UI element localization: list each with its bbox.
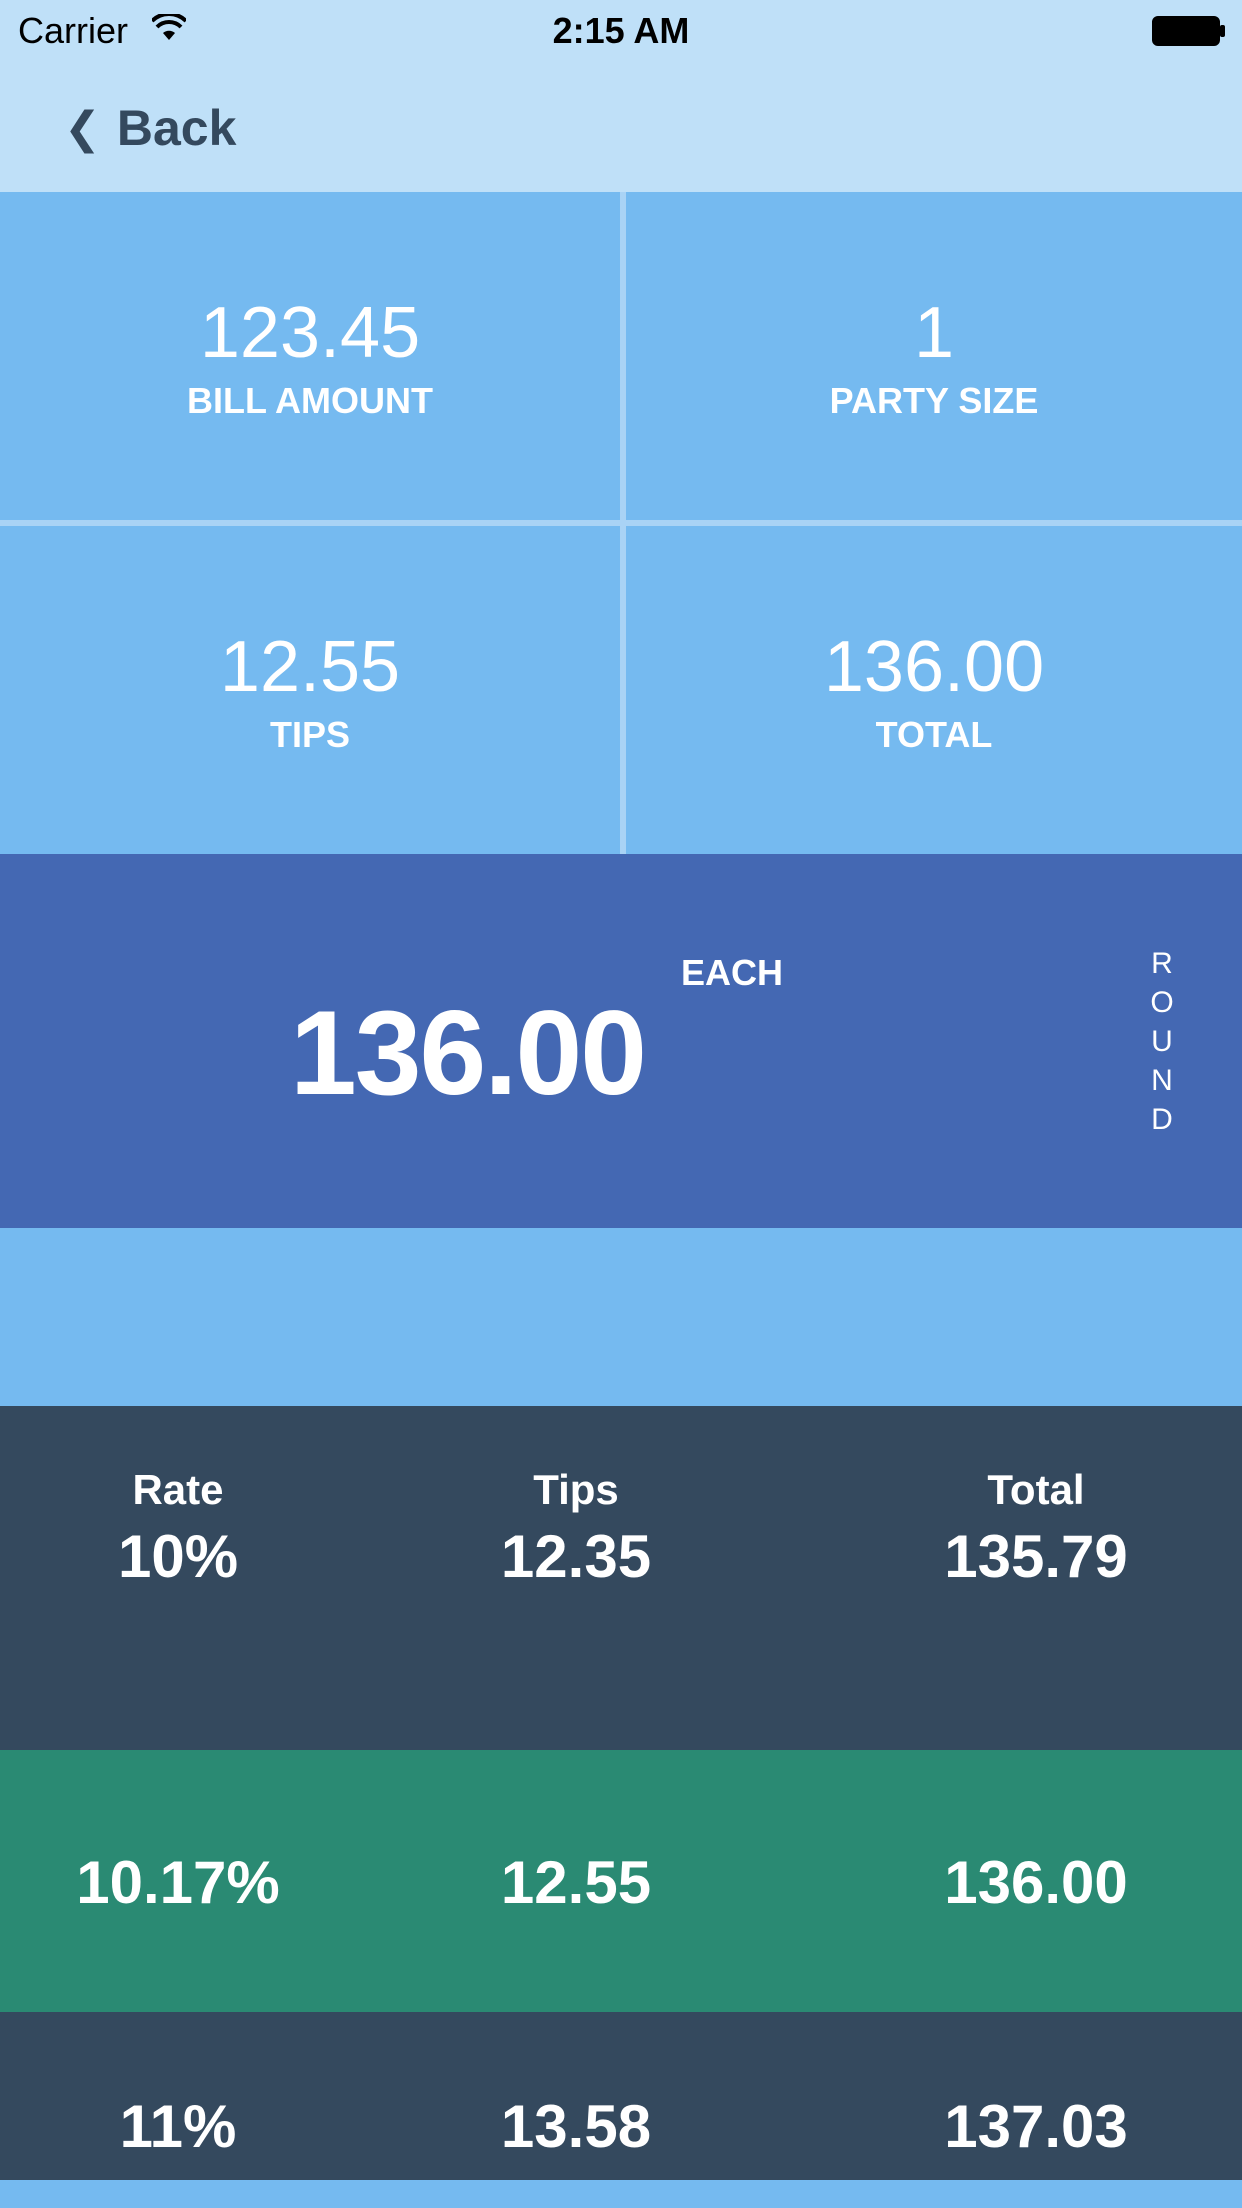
table-row[interactable]: 11% 13.58 137.03 — [0, 2012, 1242, 2180]
rate-cell: 11% — [119, 2093, 237, 2160]
total-cell: 135.79 — [944, 1526, 1128, 1590]
table-row[interactable]: 10% 12.35 135.79 — [0, 1526, 1242, 1750]
per-person-band: 136.00 EACH R O U N D — [0, 854, 1242, 1228]
bill-amount-value: 123.45 — [199, 293, 421, 373]
round-letter: O — [1150, 986, 1174, 1019]
tips-cell: 12.35 — [500, 1526, 652, 1590]
bill-amount-cell[interactable]: 123.45 BILL AMOUNT — [0, 192, 620, 520]
tips-cell: 12.55 — [500, 1849, 652, 1916]
status-bar: Carrier 2:15 AM — [0, 0, 1242, 62]
tips-header: Tips — [533, 1466, 619, 1513]
back-label: Back — [116, 100, 237, 156]
rate-cell: 10.17% — [76, 1849, 280, 1916]
party-size-value: 1 — [913, 293, 955, 373]
tip-rate-table[interactable]: Rate Tips Total 10% 12.35 135.79 10.17% … — [0, 1406, 1242, 2180]
total-value: 136.00 — [823, 627, 1045, 707]
total-cell: 137.03 — [944, 2093, 1128, 2160]
tips-cell: 12.55 TIPS — [0, 526, 620, 854]
party-size-label: PARTY SIZE — [829, 380, 1039, 421]
total-cell: 136.00 — [944, 1849, 1128, 1916]
total-label: TOTAL — [875, 714, 993, 755]
round-button[interactable]: R O U N D — [1142, 944, 1182, 1139]
spacer-area — [0, 1228, 1242, 1406]
tips-value: 12.55 — [219, 627, 401, 707]
chevron-left-icon: ❮ — [64, 103, 101, 153]
round-letter: N — [1151, 1064, 1173, 1097]
table-row-selected[interactable]: 10.17% 12.55 136.00 — [0, 1750, 1242, 2012]
bottom-strip — [0, 2180, 1242, 2208]
back-button[interactable]: ❮ Back — [64, 98, 236, 158]
round-letter: U — [1151, 1025, 1173, 1058]
rate-cell: 10% — [117, 1526, 239, 1590]
each-label: EACH — [681, 952, 784, 993]
navigation-bar: ❮ Back — [0, 62, 1242, 192]
each-amount: 136.00 — [290, 986, 647, 1120]
clock: 2:15 AM — [552, 10, 690, 51]
total-header: Total — [987, 1466, 1085, 1513]
bill-amount-label: BILL AMOUNT — [187, 380, 433, 421]
total-cell: 136.00 TOTAL — [626, 526, 1242, 854]
tips-label: TIPS — [269, 714, 350, 755]
party-size-cell[interactable]: 1 PARTY SIZE — [626, 192, 1242, 520]
round-letter: D — [1151, 1103, 1173, 1136]
tips-cell: 13.58 — [500, 2093, 652, 2160]
round-letter: R — [1151, 947, 1173, 980]
battery-icon — [1152, 16, 1226, 51]
rate-header: Rate — [132, 1466, 224, 1513]
grid-divider-horizontal — [0, 520, 1242, 526]
